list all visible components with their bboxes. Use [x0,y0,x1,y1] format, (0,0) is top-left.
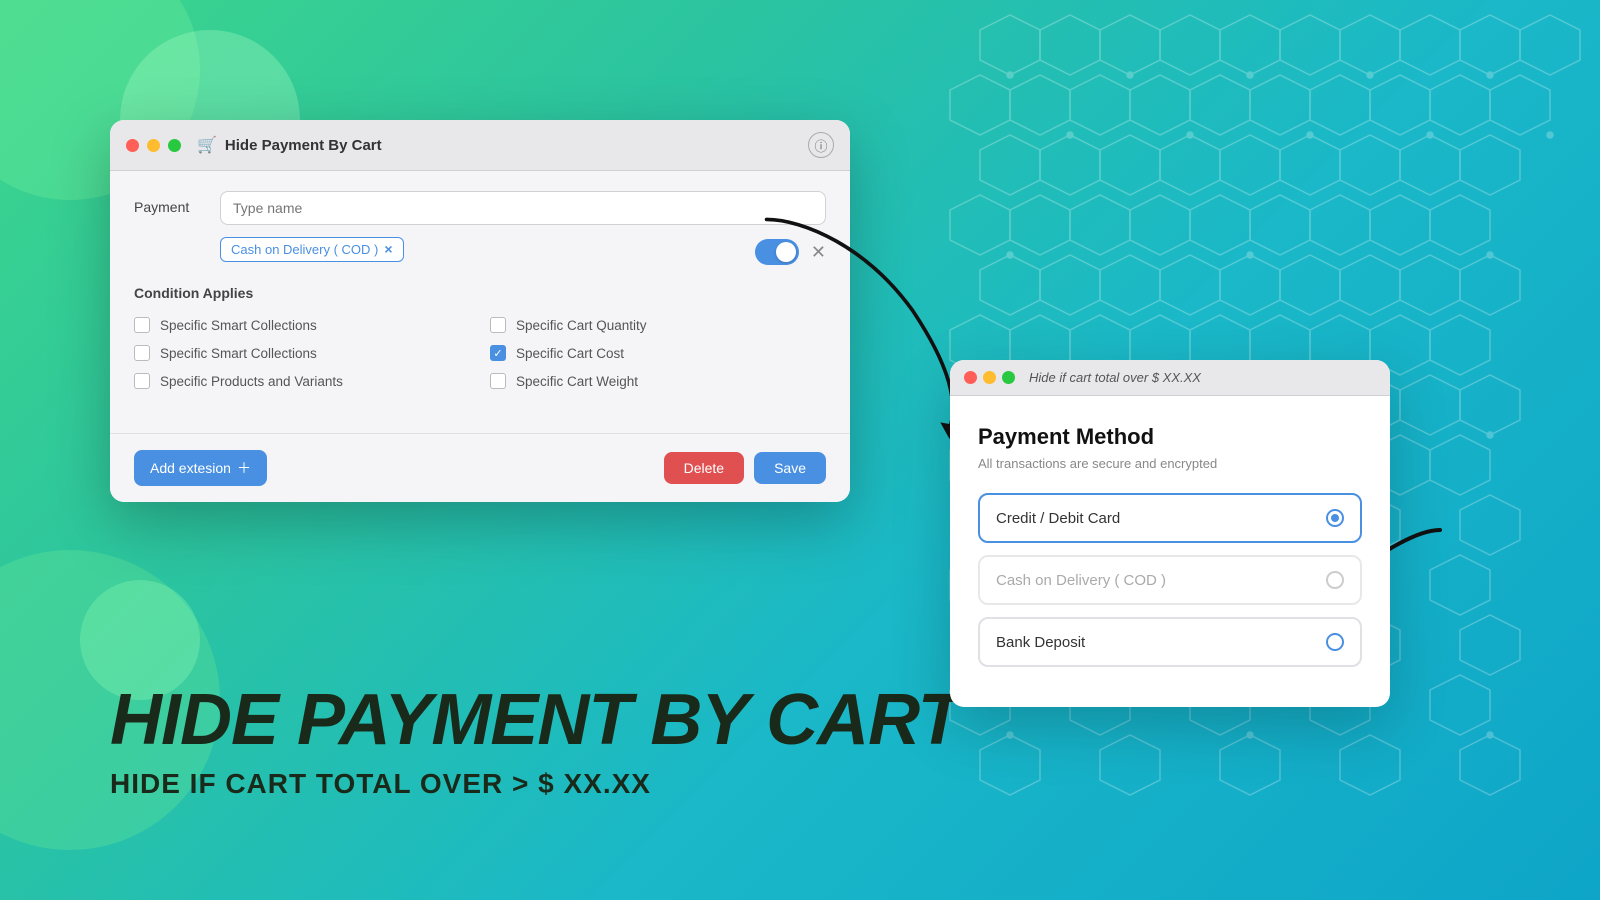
bank-radio [1326,633,1344,651]
delete-button[interactable]: Delete [664,452,744,484]
payment-content: Payment Method All transactions are secu… [950,396,1390,707]
checkbox-2[interactable] [490,317,506,333]
tl-yellow[interactable] [147,139,160,152]
payment-window-title: Hide if cart total over $ XX.XX [1029,370,1201,385]
payment-method-subtitle: All transactions are secure and encrypte… [978,456,1362,471]
hero-subtitle: HIDE IF CART TOTAL OVER > $ XX.XX [110,768,961,800]
window-title-area: 🛒 Hide Payment By Cart [197,135,382,155]
condition-5-label: Specific Products and Variants [160,374,343,389]
tl-red[interactable] [126,139,139,152]
condition-3: Specific Smart Collections [134,345,470,361]
action-buttons: Delete Save [664,452,826,484]
condition-2: Specific Cart Quantity [490,317,826,333]
checkbox-4[interactable]: ✓ [490,345,506,361]
hero-text: HIDE PAYMENT BY CART HIDE IF CART TOTAL … [110,681,961,800]
add-extension-label: Add extesion [150,460,231,476]
payment-row: Payment Cash on Delivery ( COD ) × ✕ [134,191,826,265]
checkbox-5[interactable] [134,373,150,389]
checkbox-6[interactable] [490,373,506,389]
condition-3-label: Specific Smart Collections [160,346,317,361]
condition-1-label: Specific Smart Collections [160,318,317,333]
add-extension-button[interactable]: Add extesion ＋ [134,450,267,486]
condition-6: Specific Cart Weight [490,373,826,389]
payment-option-cod[interactable]: Cash on Delivery ( COD ) [978,555,1362,605]
payment-window: Hide if cart total over $ XX.XX Payment … [950,360,1390,707]
payment-method-title: Payment Method [978,424,1362,450]
close-button[interactable]: ✕ [811,242,826,263]
checkbox-1[interactable] [134,317,150,333]
conditions-grid: Specific Smart Collections Specific Cart… [134,317,826,389]
condition-6-label: Specific Cart Weight [516,374,638,389]
payment-titlebar: Hide if cart total over $ XX.XX [950,360,1390,396]
bank-deposit-label: Bank Deposit [996,634,1085,651]
cod-tag: Cash on Delivery ( COD ) × [220,237,404,262]
admin-titlebar: 🛒 Hide Payment By Cart ⓘ [110,120,850,171]
hero-title: HIDE PAYMENT BY CART [110,681,961,760]
credit-card-radio [1326,509,1344,527]
condition-4: ✓ Specific Cart Cost [490,345,826,361]
admin-window: 🛒 Hide Payment By Cart ⓘ Payment Cash on… [110,120,850,502]
payment-toggle[interactable] [755,239,799,265]
plus-icon: ＋ [237,458,251,478]
tag-close-button[interactable]: × [384,242,392,256]
info-button[interactable]: ⓘ [808,132,834,158]
payment-option-credit-card[interactable]: Credit / Debit Card [978,493,1362,543]
cod-tag-label: Cash on Delivery ( COD ) [231,242,378,257]
admin-content: Payment Cash on Delivery ( COD ) × ✕ [110,171,850,433]
condition-1: Specific Smart Collections [134,317,470,333]
payment-tl-green[interactable] [1002,371,1015,384]
payment-label: Payment [134,191,204,215]
payment-name-input[interactable] [220,191,826,225]
condition-title: Condition Applies [134,285,826,301]
payment-option-bank[interactable]: Bank Deposit [978,617,1362,667]
condition-5: Specific Products and Variants [134,373,470,389]
save-button[interactable]: Save [754,452,826,484]
credit-card-label: Credit / Debit Card [996,510,1120,527]
condition-4-label: Specific Cart Cost [516,346,624,361]
payment-input-area: Cash on Delivery ( COD ) × ✕ [220,191,826,265]
payment-tl-red[interactable] [964,371,977,384]
cod-radio [1326,571,1344,589]
cod-label: Cash on Delivery ( COD ) [996,572,1166,589]
condition-2-label: Specific Cart Quantity [516,318,647,333]
cart-icon: 🛒 [197,135,217,155]
window-title: Hide Payment By Cart [225,137,382,154]
tl-green[interactable] [168,139,181,152]
toggle-close-row: ✕ [755,233,826,265]
window-footer: Add extesion ＋ Delete Save [110,433,850,502]
payment-tl-yellow[interactable] [983,371,996,384]
checkbox-3[interactable] [134,345,150,361]
